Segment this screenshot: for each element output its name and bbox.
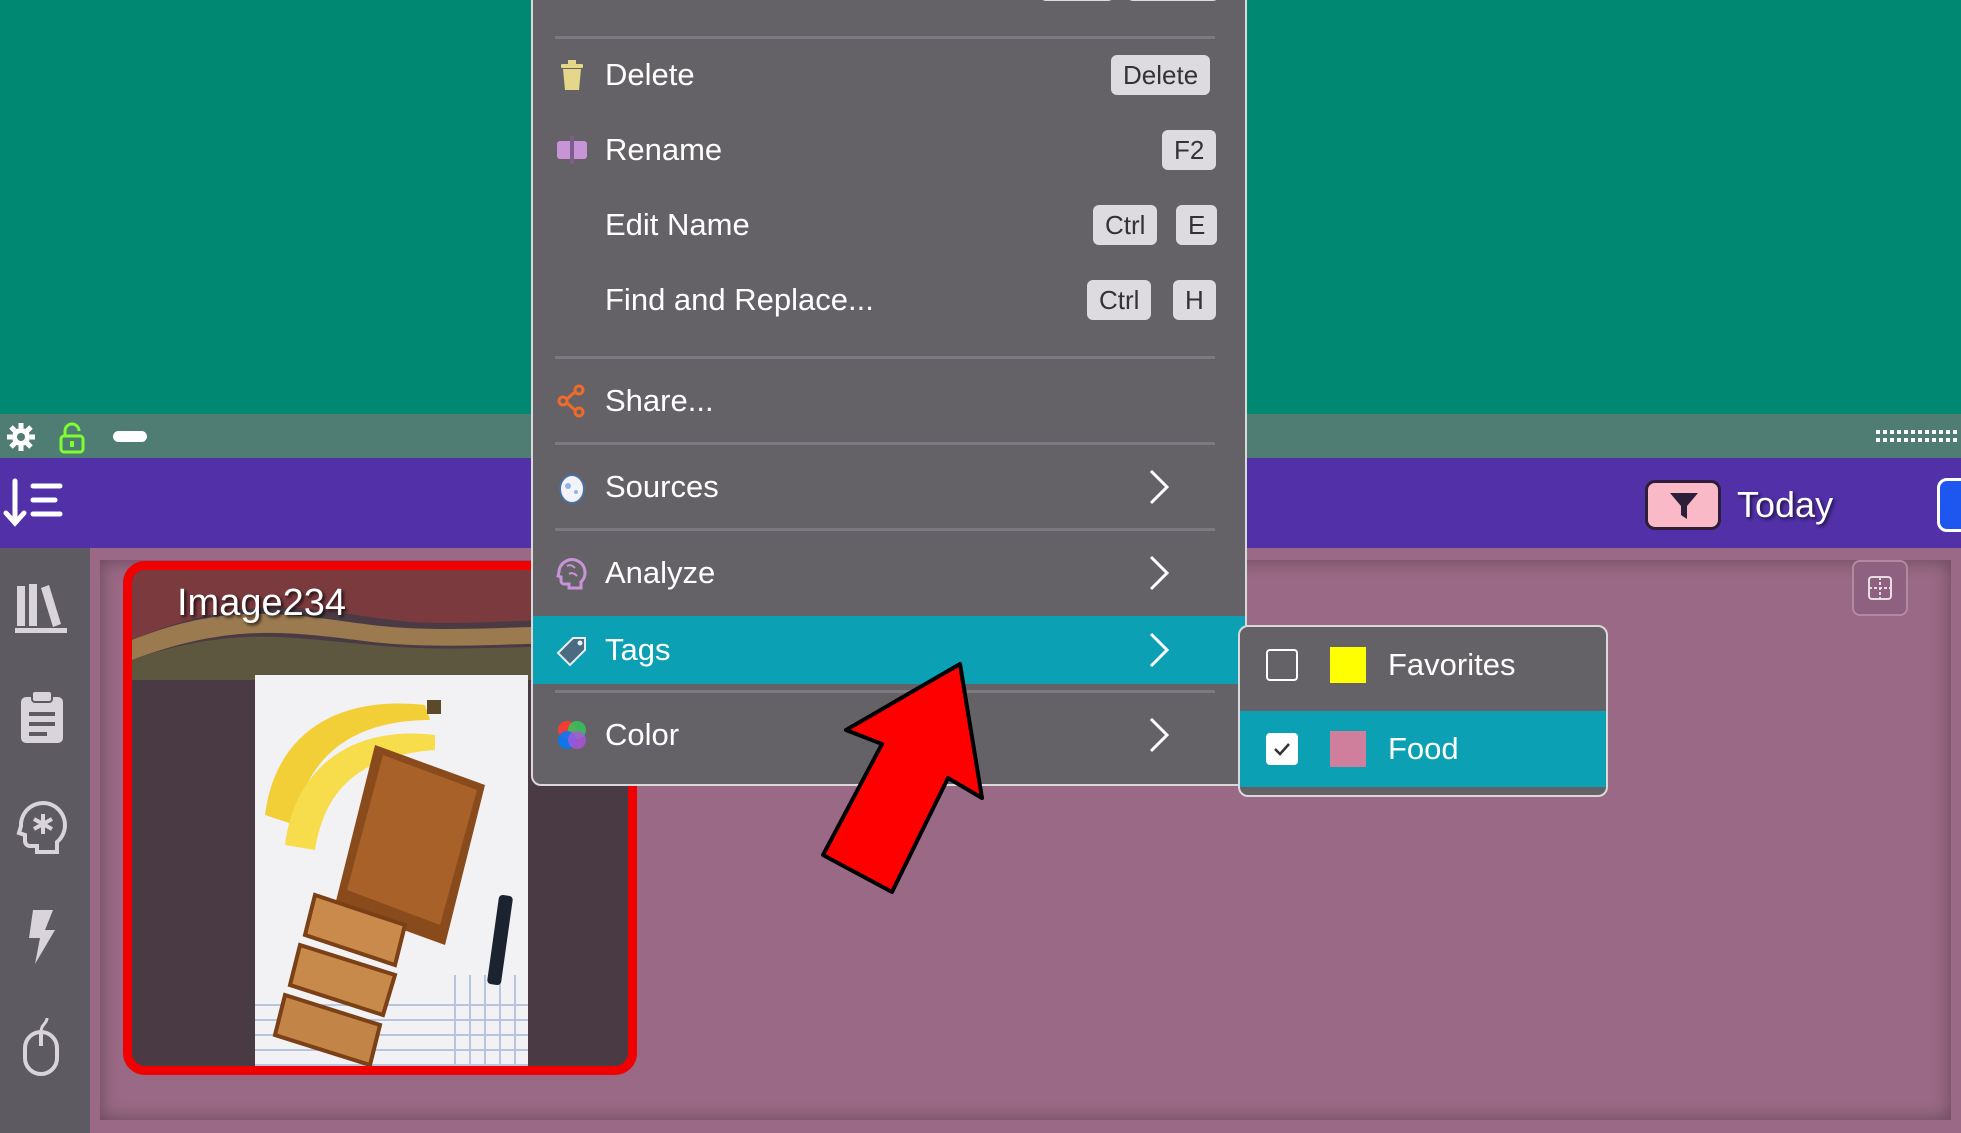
tag-checkbox[interactable] [1266,649,1298,681]
shortcut-key: Ctrl [1093,205,1158,245]
lock-icon[interactable] [58,422,86,454]
gear-icon[interactable] [6,422,36,452]
mouse-icon[interactable] [13,1018,71,1076]
layout-grid-button[interactable] [1852,560,1908,616]
chevron-right-icon [1149,717,1170,753]
ai-head-icon[interactable] [13,798,71,856]
tag-checkbox[interactable] [1266,733,1298,765]
pointer-arrow-annotation [821,662,984,894]
tag-color-swatch [1330,731,1366,767]
tag-icon [556,637,586,667]
tag-color-swatch [1330,647,1366,683]
brain-icon [556,558,587,590]
menu-separator [555,36,1215,39]
color-wheel-icon [558,721,586,749]
funnel-icon [1670,493,1698,519]
date-filter-label[interactable]: Today [1737,484,1833,526]
shortcut-key: H [1173,280,1216,320]
card-title: Image234 [177,582,347,624]
menu-item-rename[interactable]: Rename F2 [533,116,1245,184]
grid-icon [1868,576,1892,600]
lightning-icon[interactable] [13,908,71,966]
trash-icon [561,60,583,90]
library-icon[interactable] [13,578,71,636]
menu-item-find-replace[interactable]: Find and Replace... Ctrl H [533,266,1245,334]
sort-icon[interactable] [3,478,63,528]
rename-icon [557,136,587,164]
sidebar [0,548,90,1133]
banana-bread-image [255,675,528,1066]
menu-item-delete[interactable]: Delete Delete [533,41,1245,109]
menu-separator [555,442,1215,445]
shortcut-key: Ctrl [1087,280,1152,320]
menu-separator [555,528,1215,531]
chevron-right-icon [1149,632,1170,668]
filter-button[interactable] [1645,480,1721,530]
chevron-right-icon [1149,555,1170,591]
menu-item-share[interactable]: Share... [533,367,1245,435]
menu-item-analyze[interactable]: Analyze [533,539,1245,607]
minimize-handle[interactable] [113,431,147,442]
share-icon [557,384,585,418]
checkmark-icon [1274,743,1290,756]
tag-item-food[interactable]: Food [1240,711,1606,787]
menu-item-edit-name[interactable]: Edit Name Ctrl E [533,191,1245,259]
tag-item-favorites[interactable]: Favorites [1240,627,1606,703]
chevron-right-icon [1149,469,1170,505]
header-action-button[interactable] [1937,478,1961,532]
shortcut-key: F2 [1162,130,1217,170]
tags-submenu: Favorites Food [1238,625,1608,797]
egg-icon [559,474,585,504]
menu-separator [555,356,1215,359]
menu-item-sources[interactable]: Sources [533,453,1245,521]
shortcut-key: E [1176,205,1218,245]
shortcut-key: Delete [1111,55,1211,95]
drag-grip-icon[interactable] [1876,428,1960,444]
clipboard-icon[interactable] [13,688,71,746]
